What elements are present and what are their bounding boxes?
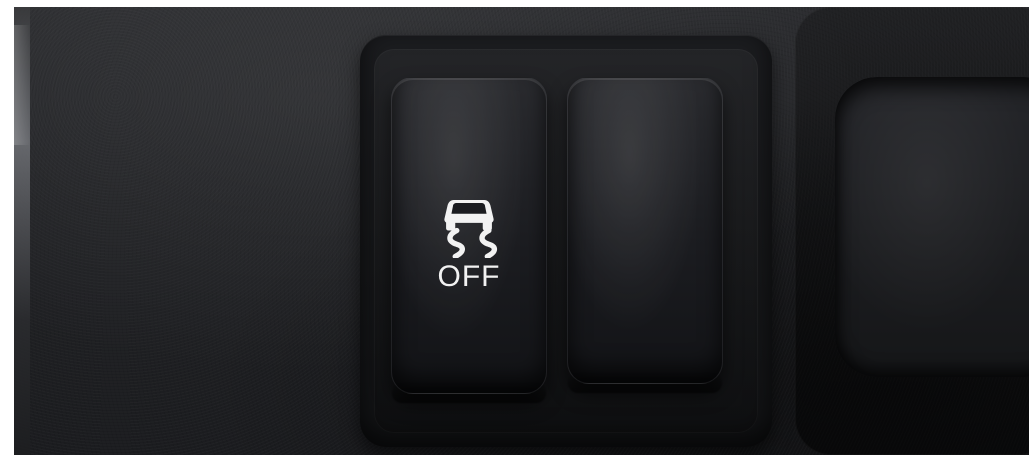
image-frame: OFF [0,0,1029,455]
off-label: OFF [437,260,501,293]
left-edge-highlight [14,25,30,145]
car-dashboard-photo: OFF [14,7,1029,455]
blank-switch[interactable] [567,77,723,393]
right-trim-recess [835,77,1029,377]
traction-control-label: OFF [392,174,546,292]
traction-control-off-switch[interactable]: OFF [391,77,547,403]
traction-control-off-icon [444,199,498,258]
switch-bottom-lip [392,383,546,403]
switch-bottom-lip [568,373,722,393]
